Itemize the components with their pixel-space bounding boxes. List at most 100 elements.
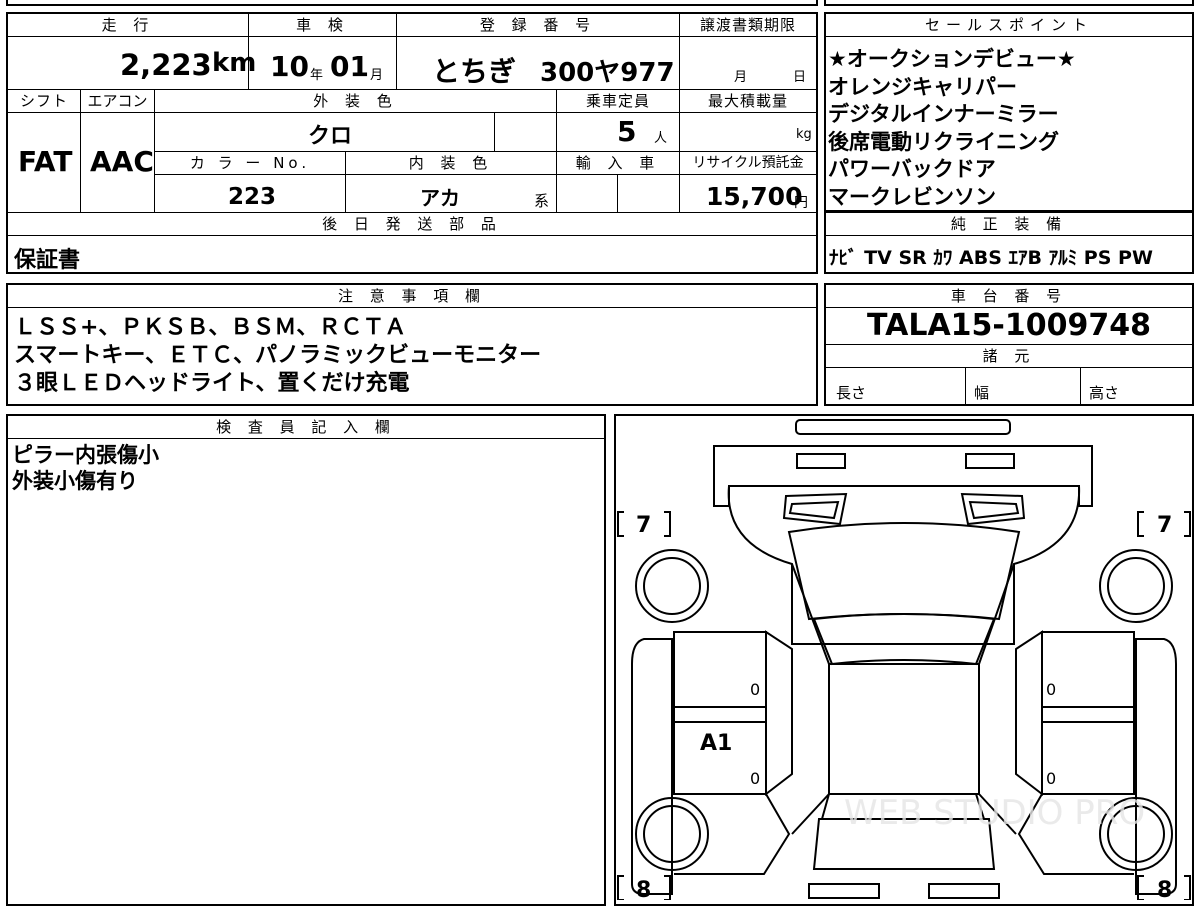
hood [787,522,1021,621]
divider [679,37,680,89]
notes-line: ＬＳＳ+、ＰＫＳＢ、ＢＳＭ、ＲＣＴＡ [14,315,407,340]
equip-item: PS [1083,247,1112,269]
front-bumper-strip [795,419,1011,435]
rear-bumper-left [808,883,880,899]
genuine-equipment-header: 純 正 装 備 [826,213,1192,236]
tire-bracket [664,875,671,900]
tire-rear-right-value: 8 [1157,878,1172,900]
length-label: 長さ [836,384,867,402]
shift-header: シフト [8,90,80,113]
tire-front-left-value: 7 [636,513,651,538]
door-fr-value: 0 [1046,680,1056,699]
sales-point-item: パワーバックドア [828,157,996,181]
a-pillar-left [791,563,830,665]
inspection-month-unit: 月 [370,68,384,83]
rear-bumper-right [928,883,1000,899]
recycle-value: 15,700 [706,182,803,211]
front-bumper [713,445,1093,507]
tire-bracket [1137,875,1144,900]
import-header: 輸 入 車 [556,152,679,175]
headlight-left-inner [788,500,840,520]
divider [494,113,495,151]
inspector-line: ピラー内張傷小 [12,443,159,467]
top-cutoff-strip [6,0,818,6]
tire-bracket [1137,511,1144,537]
divider [965,368,966,404]
notes-lines: ＬＳＳ+、ＰＫＳＢ、ＢＳＭ、ＲＣＴＡ スマートキー、ＥＴＣ、パノラミックビューモ… [14,314,541,398]
tire-bracket [1184,511,1191,537]
exterior-color-header: 外 装 色 [154,90,556,113]
damage-code-a1: A1 [700,731,732,756]
capacity-unit: 人 [654,131,668,146]
max-load-unit: kg [796,127,812,142]
tire-bracket [617,875,624,900]
sales-point-item: デジタルインナーミラー [828,102,1059,126]
sales-point-item: 後席電動リクライニング [828,129,1059,154]
transfer-month-unit: 月 [734,70,748,85]
interior-color-suffix: 系 [534,192,550,210]
wheel-front-right [1099,549,1173,623]
left-side-outline [631,638,673,895]
sales-points-list: ★オークションデビュー★ オレンジキャリパー デジタルインナーミラー 後席電動リ… [828,46,1076,211]
tire-bracket [664,511,671,537]
inspector-lines: ピラー内張傷小 外装小傷有り [12,442,159,494]
mileage-header: 走 行 [8,14,248,37]
notes-line: ３眼ＬＥＤヘッドライト、置くだけ充電 [14,371,410,396]
sales-point-item: マークレビンソン [828,184,996,209]
transfer-day-unit: 日 [793,70,807,85]
tire-front-right-value: 7 [1157,513,1172,538]
divider [1080,368,1081,404]
hood-outline [727,485,1081,645]
capacity-header: 乗車定員 [556,90,679,113]
wheel-front-right-inner [1107,557,1165,615]
transfer-deadline-header: 譲渡書類期限 [679,14,816,37]
headlight-right-inner [968,500,1020,520]
notes-line: スマートキー、ＥＴＣ、パノラミックビューモニター [14,343,542,368]
door-front-right [1041,631,1135,723]
equip-item: ｶﾜ [933,247,953,269]
registration-header: 登 録 番 号 [396,14,679,37]
tire-bracket [617,511,624,537]
divider [80,113,81,213]
later-parts-value: 保証書 [14,248,81,273]
inspector-line: 外装小傷有り [12,469,138,493]
recycle-header: リサイクル預託金 [679,152,816,175]
exterior-color-value: クロ [308,124,353,149]
equip-item: ABS [959,247,1002,269]
later-parts-header: 後 日 発 送 部 品 [8,213,816,236]
equip-item: ﾅﾋﾞ [829,247,858,269]
wheel-front-left-inner [643,557,701,615]
chassis-header: 車 台 番 号 [826,285,1192,308]
inspection-month: 01 [330,50,369,83]
sales-point-item: ★オークションデビュー★ [828,47,1076,71]
divider [396,37,397,89]
registration-number: 300ヤ977 [540,58,675,88]
front-grille-right [965,453,1015,469]
windshield [812,613,996,666]
recycle-unit: 円 [794,195,808,211]
sales-point-item: オレンジキャリパー [828,74,1017,99]
a-pillar-right [978,563,1015,665]
specs-header: 諸 元 [826,345,1192,368]
genuine-equipment-list: ﾅﾋﾞ TV SR ｶﾜ ABS ｴｱB ｱﾙﾐ PS PW [829,243,1153,270]
inspection-header: 車 検 [248,14,396,37]
equip-item: SR [898,247,927,269]
top-right-cutoff [824,0,1194,6]
color-no-header: カ ラ ー No. [155,152,345,175]
inspection-year: 10 [270,50,309,83]
left-quarter [765,630,793,797]
door-rl-value: 0 [750,769,760,788]
door-rr-value: 0 [1046,769,1056,788]
door-fl-value: 0 [750,680,760,699]
right-side-outline [1135,638,1177,895]
chassis-number: TALA15-1009748 [866,308,1151,343]
right-quarter [1015,630,1043,797]
interior-color-header: 内 装 色 [345,152,556,175]
equip-item: ｴｱB [1008,247,1043,269]
tire-rear-left-value: 8 [636,878,651,900]
door-front-left [673,631,767,723]
equip-item: ｱﾙﾐ [1048,247,1078,269]
aircon-header: エアコン [80,90,154,113]
mileage-value: 2,223 [120,48,212,82]
inspection-year-unit: 年 [310,68,324,83]
